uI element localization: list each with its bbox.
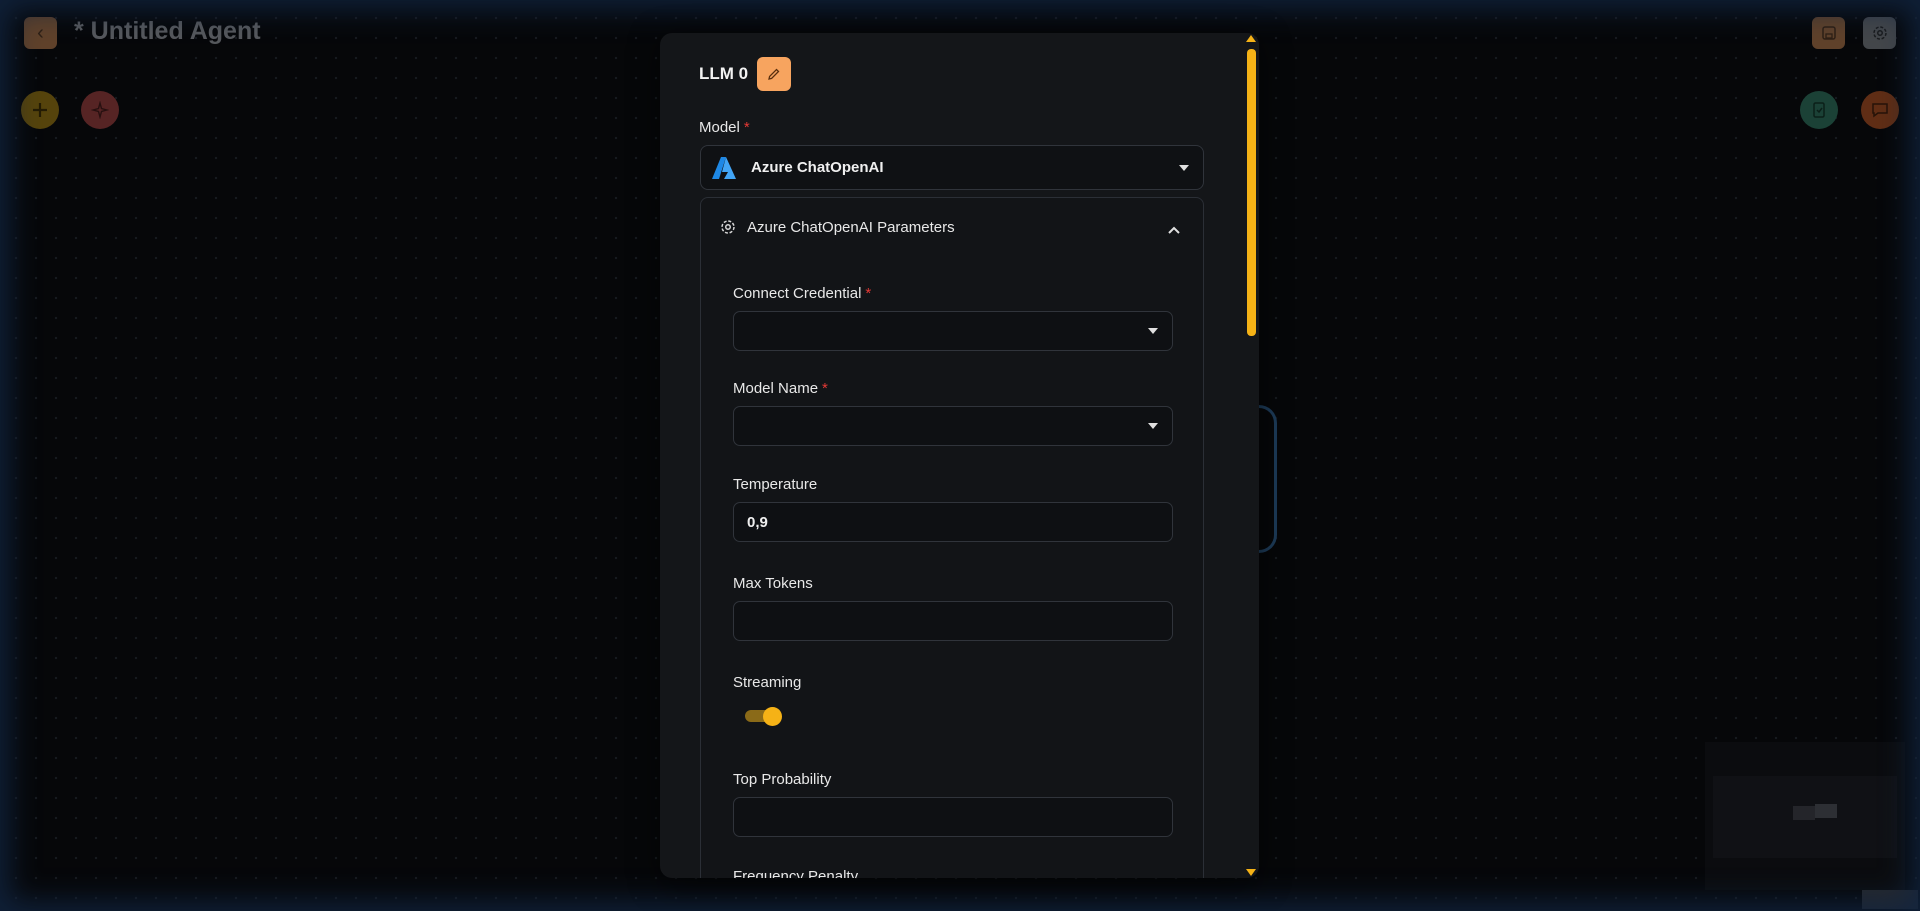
scroll-up-icon[interactable]	[1246, 35, 1256, 42]
node-name: LLM 0	[699, 64, 749, 83]
model-select-value: Azure ChatOpenAI	[751, 159, 884, 176]
model-label-text: Model	[699, 119, 740, 136]
credential-label-text: Connect Credential	[733, 285, 862, 302]
temperature-input[interactable]: 0,9	[733, 502, 1173, 542]
required-mark: *	[822, 380, 828, 397]
dialog-content: LLM 0 Model * Azure ChatOpenAI Azure Cha…	[660, 33, 1243, 878]
toggle-knob	[763, 707, 782, 726]
top-probability-input[interactable]	[733, 797, 1173, 837]
dropdown-caret-icon	[1148, 328, 1158, 334]
dialog-title: LLM 0	[699, 57, 792, 91]
node-config-dialog: LLM 0 Model * Azure ChatOpenAI Azure Cha…	[660, 33, 1259, 878]
pencil-icon	[768, 68, 780, 80]
frequency-penalty-label: Frequency Penalty	[733, 868, 859, 878]
model-name-label-text: Model Name	[733, 380, 819, 397]
model-name-select[interactable]	[733, 406, 1173, 446]
collapse-button[interactable]	[1167, 222, 1181, 240]
required-mark: *	[743, 119, 750, 136]
required-mark: *	[865, 285, 872, 302]
streaming-label: Streaming	[733, 674, 802, 691]
scrollbar-thumb[interactable]	[1247, 49, 1256, 336]
max-tokens-input[interactable]	[733, 601, 1173, 641]
parameters-header[interactable]: Azure ChatOpenAI Parameters	[719, 218, 955, 236]
streaming-toggle[interactable]	[745, 707, 782, 726]
dropdown-caret-icon	[1148, 423, 1158, 429]
scroll-down-icon[interactable]	[1246, 869, 1256, 876]
dropdown-caret-icon	[1179, 164, 1189, 171]
parameters-title: Azure ChatOpenAI Parameters	[747, 218, 955, 236]
gear-icon	[721, 220, 735, 234]
temperature-value: 0,9	[747, 513, 768, 531]
chevron-up-icon	[1168, 226, 1180, 234]
dialog-scrollbar[interactable]	[1243, 33, 1259, 878]
temperature-label: Temperature	[733, 476, 818, 493]
credential-label: Connect Credential *	[733, 285, 871, 302]
credential-select[interactable]	[733, 311, 1173, 351]
max-tokens-label: Max Tokens	[733, 575, 813, 592]
parameters-panel: Azure ChatOpenAI Parameters Connect Cred…	[700, 197, 1204, 878]
model-select[interactable]: Azure ChatOpenAI	[700, 145, 1204, 190]
model-label: Model *	[699, 119, 750, 136]
edit-name-button[interactable]	[757, 57, 792, 91]
model-name-label: Model Name *	[733, 380, 828, 397]
azure-logo-icon	[712, 156, 736, 179]
top-probability-label: Top Probability	[733, 771, 832, 788]
